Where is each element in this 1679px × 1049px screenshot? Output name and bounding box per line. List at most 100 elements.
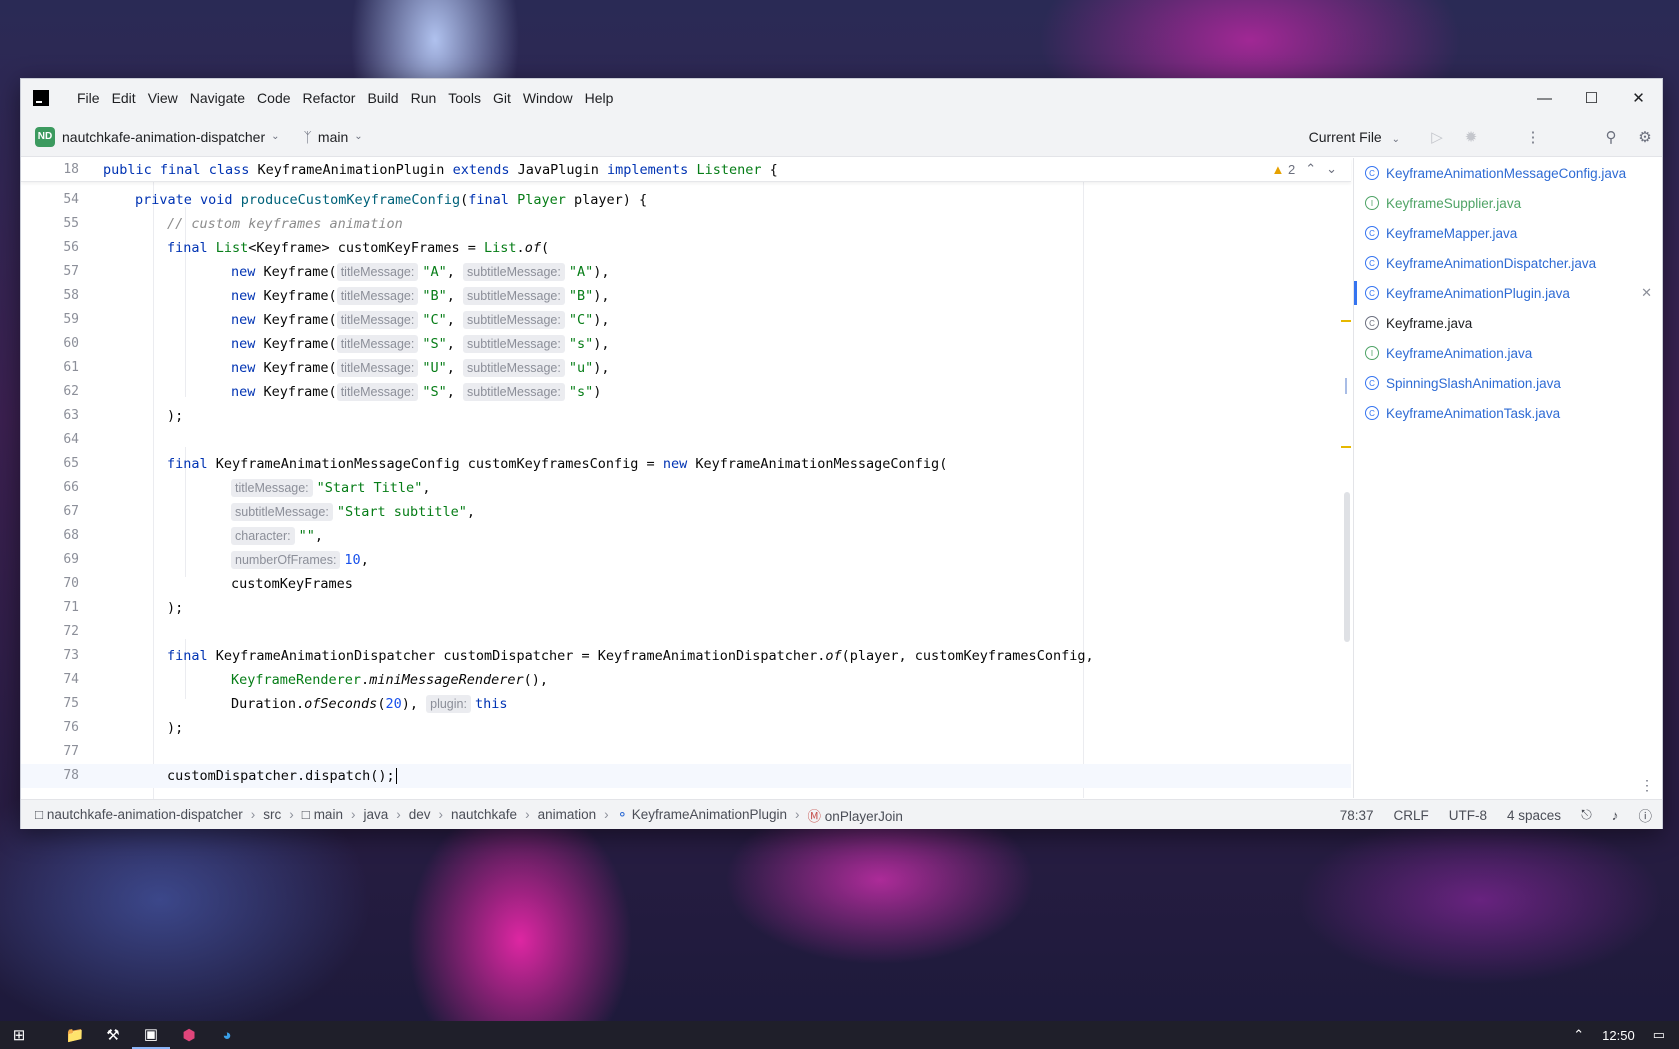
maximize-button[interactable]: ☐ [1568,79,1615,117]
menu-code[interactable]: Code [251,79,296,117]
menu-git[interactable]: Git [487,79,517,117]
editor-scrollbar[interactable] [1341,182,1351,798]
minimize-button[interactable]: — [1521,79,1568,117]
warning-stripe[interactable] [1341,446,1351,448]
chevron-right-icon: › [795,807,800,822]
breadcrumb-item[interactable]: □ main [300,807,345,822]
edge-browser-icon[interactable]: ◕ [208,1021,246,1049]
file-item[interactable]: C KeyframeAnimationTask.java [1354,398,1662,428]
menu-view[interactable]: View [142,79,184,117]
start-windows-icon[interactable]: ⊞ [0,1021,38,1049]
menu-window[interactable]: Window [517,79,579,117]
breadcrumb-label: main [313,807,343,822]
breadcrumb-item[interactable]: Ⓜ onPlayerJoin [806,805,905,825]
code-line-63: 63 ); [21,404,1351,428]
line-separator[interactable]: CRLF [1394,808,1429,823]
code-line-76: 76 ); [21,716,1351,740]
breadcrumb-item[interactable]: ⚬ KeyframeAnimationPlugin [615,807,789,823]
file-encoding[interactable]: UTF-8 [1449,808,1487,823]
breadcrumb-label: KeyframeAnimationPlugin [631,806,788,822]
chevron-down-icon[interactable]: ⌄ [354,131,362,142]
chevron-down-icon[interactable]: ⌄ [271,131,279,142]
menu-build[interactable]: Build [361,79,404,117]
more-actions-icon[interactable]: ⋮ [1516,128,1550,146]
menu-run[interactable]: Run [405,79,443,117]
settings-gear-icon[interactable]: ⚙ [1628,128,1662,146]
run-configuration-selector[interactable]: Current File ⌄ [1309,129,1400,145]
more-options-icon[interactable]: ⋮ [1640,777,1654,794]
toolbox-icon[interactable]: ⬢ [170,1021,208,1049]
interface-icon: I [1365,346,1379,360]
clock[interactable]: 12:50 [1602,1028,1635,1043]
line-number: 76 [63,720,79,735]
file-explorer-icon[interactable]: 📁 [56,1021,94,1049]
breadcrumb-item[interactable]: animation [536,807,599,822]
caret-position[interactable]: 78:37 [1340,808,1374,823]
code-line-56: 56 final List<Keyframe> customKeyFrames … [21,236,1351,260]
menu-navigate[interactable]: Navigate [184,79,251,117]
code-text: private void produceCustomKeyframeConfig… [135,192,648,208]
status-widgets: 78:37 CRLF UTF-8 4 spaces ⎋ ♪ ⓘ [1340,800,1652,830]
file-item[interactable]: C KeyframeMapper.java [1354,218,1662,248]
git-branch-icon[interactable]: ᛉ [304,129,312,145]
breadcrumb-item[interactable]: □ nautchkafe-animation-dispatcher [33,807,245,822]
chevron-up-icon[interactable]: ⌃ [1305,161,1316,177]
param-hint: titleMessage: [231,479,313,497]
close-icon[interactable]: ✕ [1641,285,1652,301]
breadcrumb-item[interactable]: java [361,807,390,822]
menu-help[interactable]: Help [579,79,620,117]
change-stripe[interactable] [1345,378,1347,394]
code-text: ); [167,720,184,736]
close-button[interactable]: ✕ [1615,79,1662,117]
breadcrumb-item[interactable]: dev [407,807,433,822]
chevron-right-icon: › [350,807,356,822]
tools-icon[interactable]: ⚒ [94,1021,132,1049]
file-item[interactable]: I KeyframeAnimation.java [1354,338,1662,368]
param-hint: subtitleMessage: [463,383,565,401]
file-item[interactable]: C Keyframe.java [1354,308,1662,338]
branch-selector[interactable]: main [318,129,348,145]
intellij-logo-icon [33,90,49,106]
code-text: new Keyframe(titleMessage: "C", subtitleM… [231,311,610,329]
code-line-66: 66 titleMessage: "Start Title", [21,476,1351,500]
indent-setting[interactable]: 4 spaces [1507,808,1561,823]
search-icon[interactable]: ⚲ [1594,128,1628,146]
menu-edit[interactable]: Edit [106,79,142,117]
file-item[interactable]: C KeyframeAnimationDispatcher.java [1354,248,1662,278]
code-line-62: 62 new Keyframe(titleMessage: "S", subtit… [21,380,1351,404]
code-line-65: 65 final KeyframeAnimationMessageConfig … [21,452,1351,476]
code-editor[interactable]: 18 public final class KeyframeAnimationP… [21,158,1351,822]
run-icon[interactable]: ▷ [1420,128,1454,146]
file-item[interactable]: I KeyframeSupplier.java [1354,188,1662,218]
file-item[interactable]: C SpinningSlashAnimation.java [1354,368,1662,398]
file-item[interactable]: C KeyframeAnimationMessageConfig.java [1354,158,1662,188]
project-selector[interactable]: nautchkafe-animation-dispatcher [62,129,265,145]
warning-stripe[interactable] [1341,320,1351,322]
breadcrumb-item[interactable]: nautchkafe [449,807,519,822]
scrollbar-thumb[interactable] [1344,492,1350,642]
menu-file[interactable]: File [71,79,106,117]
chevron-down-icon[interactable]: ⌄ [1326,161,1337,177]
project-badge[interactable]: ND [35,126,55,147]
sticky-class-header[interactable]: 18 public final class KeyframeAnimationP… [21,158,1351,182]
chevron-right-icon: › [438,807,444,822]
chevron-up-icon[interactable]: ⌃ [1573,1027,1584,1043]
info-icon[interactable]: ⓘ [1639,805,1653,825]
file-name: KeyframeAnimationMessageConfig.java [1386,165,1627,181]
line-number: 57 [63,264,79,279]
debug-icon[interactable]: ✹ [1454,128,1488,146]
intellij-taskbar-icon[interactable]: ▣ [132,1021,170,1049]
code-line-73: 73 final KeyframeAnimationDispatcher cus… [21,644,1351,668]
menu-refactor[interactable]: Refactor [297,79,362,117]
menu-tools[interactable]: Tools [442,79,487,117]
notification-center-icon[interactable]: ▭ [1653,1027,1665,1043]
code-text: final KeyframeAnimationDispatcher custom… [167,648,1094,664]
inspection-widget[interactable]: ▲ 2 ⌃ ⌄ [1271,161,1337,177]
code-line-60: 60 new Keyframe(titleMessage: "S", subtit… [21,332,1351,356]
file-item-active[interactable]: C KeyframeAnimationPlugin.java ✕ [1354,278,1662,308]
lock-icon[interactable]: ⎋ [1581,807,1592,823]
breadcrumb-item[interactable]: src [261,807,283,822]
line-number: 67 [63,504,79,519]
code-text: character: "", [231,524,323,548]
notifications-bell-icon[interactable]: ♪ [1612,808,1619,823]
